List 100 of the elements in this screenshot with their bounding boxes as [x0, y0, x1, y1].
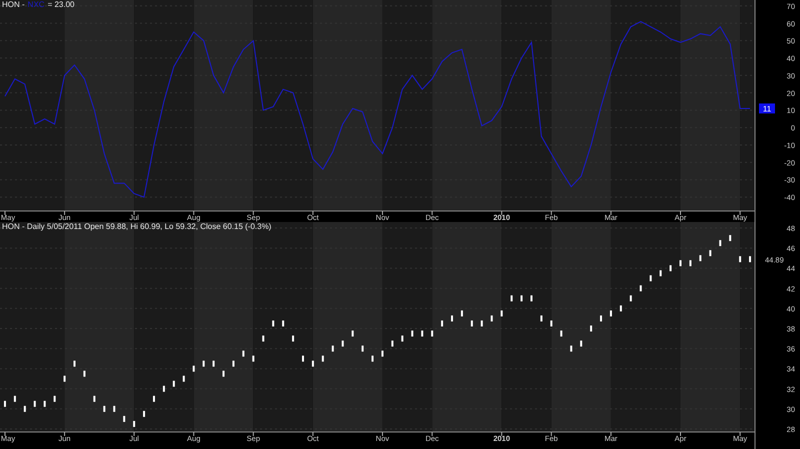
- chart-title: HON - Daily 5/05/2011 Open 59.88, Hi 60.99, Lo 59.32, Close 60.15 (-0.3%): [2, 222, 272, 232]
- price-bar: [342, 340, 344, 347]
- x-axis-tick: [382, 432, 383, 436]
- x-axis-tick: [64, 432, 66, 436]
- price-bar: [689, 260, 692, 266]
- price-bar: [520, 295, 523, 302]
- price-bar: [182, 376, 185, 382]
- price-bar: [530, 295, 532, 302]
- chart-title: HON -: [2, 0, 25, 10]
- price-bar: [729, 235, 732, 242]
- price-bar: [64, 376, 66, 382]
- price-bar: [44, 400, 46, 407]
- price-bar: [431, 330, 434, 337]
- price-bar: [14, 396, 16, 402]
- price-bar: [470, 320, 473, 326]
- x-axis-tick: [740, 210, 741, 216]
- price-bar: [152, 396, 155, 402]
- x-axis-tick: [134, 432, 135, 436]
- price-bar: [202, 360, 205, 367]
- price-bar: [93, 396, 96, 402]
- price-bar: [739, 256, 742, 262]
- price-bar: [24, 406, 26, 412]
- price-bar: [312, 360, 314, 367]
- price-bar: [372, 356, 374, 362]
- price-bar: [490, 315, 493, 322]
- price-bar: [580, 340, 582, 347]
- last-value-tag: 11: [759, 103, 775, 114]
- x-axis-tick: [64, 210, 66, 216]
- price-bar: [34, 400, 36, 407]
- x-axis-tick: [680, 210, 681, 216]
- x-axis-tick: [680, 432, 681, 436]
- price-bar: [640, 285, 642, 292]
- x-axis-tick: [432, 432, 433, 436]
- price-bar: [322, 356, 324, 362]
- x-axis-tick: [312, 210, 314, 216]
- price-bar: [401, 336, 404, 342]
- x-axis-tick: [193, 432, 194, 436]
- price-bar: [510, 295, 513, 302]
- price-bar: [162, 386, 165, 392]
- price-bar: [242, 350, 244, 357]
- price-bar: [670, 265, 672, 272]
- price-bar: [699, 255, 702, 262]
- x-axis-tick: [610, 210, 612, 216]
- price-bar: [381, 350, 384, 357]
- x-axis-tick: [4, 210, 6, 216]
- price-bar: [550, 320, 552, 326]
- price-bar: [630, 295, 632, 302]
- price-bar: [123, 416, 126, 422]
- price-bar: [192, 366, 195, 372]
- price-bar: [362, 346, 364, 352]
- price-bar: [172, 380, 175, 387]
- x-axis-tick: [312, 432, 314, 436]
- price-bar: [650, 275, 652, 282]
- x-axis-tick: [740, 432, 741, 436]
- price-bar: [272, 320, 274, 326]
- price-bar: [620, 305, 622, 312]
- x-axis-tick: [252, 210, 254, 216]
- price-bar: [441, 320, 444, 326]
- price-bar: [421, 330, 424, 337]
- price-bar: [560, 330, 562, 337]
- x-axis-tick: [501, 432, 502, 436]
- price-bar: [133, 420, 136, 427]
- price-bar: [222, 370, 225, 377]
- x-axis-tick: [134, 210, 135, 216]
- x-axis-tick: [550, 432, 552, 436]
- price-bar: [460, 310, 463, 316]
- price-bar: [332, 346, 334, 352]
- price-bar: [600, 315, 602, 322]
- price-bar: [252, 356, 254, 362]
- price-bar: [480, 320, 483, 326]
- price-bar: [103, 406, 106, 412]
- price-bar: [282, 320, 284, 326]
- price-bar: [113, 406, 116, 412]
- price-bar: [411, 330, 414, 337]
- price-bar: [610, 310, 612, 316]
- price-bar: [4, 400, 6, 407]
- x-axis-tick: [501, 210, 502, 216]
- price-bar: [540, 315, 542, 322]
- price-bar: [570, 346, 572, 352]
- x-axis-tick: [550, 210, 552, 216]
- price-bar: [660, 270, 662, 276]
- indicator-name: NXC: [28, 0, 45, 10]
- x-axis-tick: [4, 432, 6, 436]
- price-bar: [143, 410, 146, 417]
- price-bar: [54, 396, 56, 402]
- price-bar: [352, 330, 354, 337]
- price-bar: [232, 360, 234, 367]
- x-axis-tick: [382, 210, 383, 216]
- price-bar: [500, 310, 503, 316]
- x-axis-tick: [193, 210, 194, 216]
- price-bar: [719, 240, 722, 246]
- price-bar: [590, 326, 592, 332]
- price-bar: [262, 336, 264, 342]
- price-bar: [709, 250, 712, 256]
- price-bar: [212, 360, 215, 367]
- price-bar: [292, 336, 294, 342]
- x-axis-tick: [252, 432, 254, 436]
- chart-title: = 23.00: [48, 0, 74, 10]
- price-bar: [391, 340, 394, 347]
- x-axis-tick: [610, 432, 612, 436]
